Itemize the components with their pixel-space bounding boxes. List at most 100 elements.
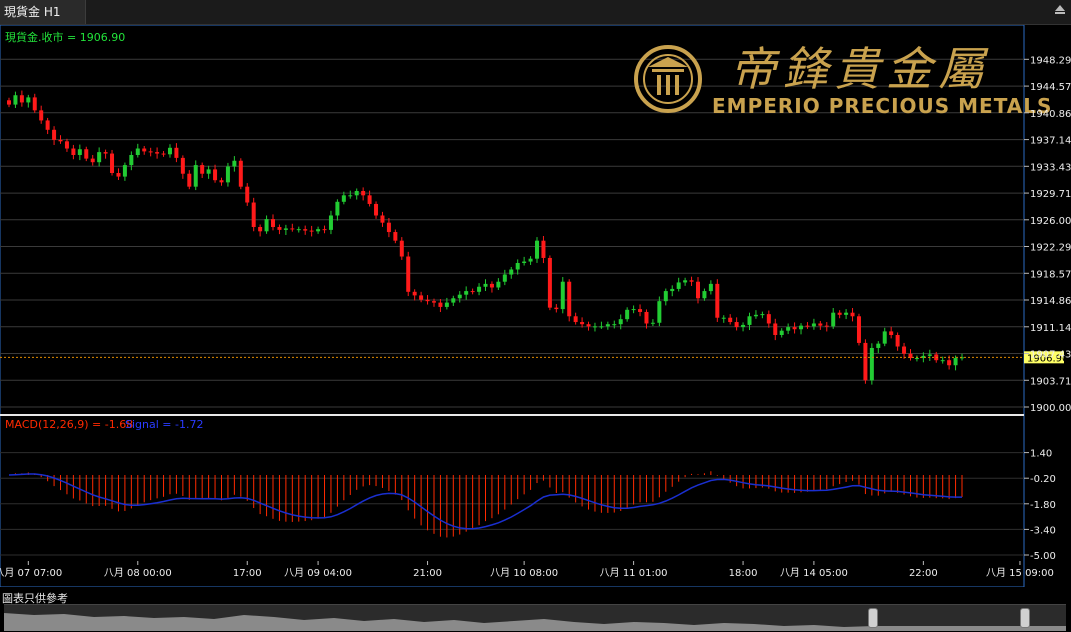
candle-body <box>393 232 398 241</box>
candle-body <box>103 152 108 154</box>
candle-body <box>947 360 952 366</box>
candle-body <box>13 95 18 105</box>
candle-body <box>683 280 688 283</box>
candle-body <box>496 281 501 288</box>
x-tick-label: 八月 09 04:00 <box>284 567 352 579</box>
price-tick-label: 1926.00 <box>1030 216 1071 227</box>
candle-body <box>412 291 417 296</box>
navigator-history-shape <box>4 613 1066 631</box>
candle-body <box>715 283 720 318</box>
candle-body <box>882 331 887 344</box>
candle-body <box>515 263 520 270</box>
x-tick-label: 17:00 <box>233 568 262 579</box>
candle-body <box>309 230 314 232</box>
candle-body <box>232 160 237 167</box>
candle-body <box>206 169 211 174</box>
candle-body <box>721 317 726 319</box>
candle-body <box>19 95 24 103</box>
macd-tick-label: -3.40 <box>1030 525 1056 536</box>
candle-body <box>547 257 552 308</box>
price-tick-label: 1948.29 <box>1030 55 1071 66</box>
candle-body <box>341 195 346 202</box>
candle-body <box>258 227 263 232</box>
candle-body <box>71 148 76 155</box>
candle-body <box>444 302 449 307</box>
candle-body <box>876 343 881 348</box>
scroll-up-icon[interactable] <box>1055 5 1065 14</box>
candle-body <box>148 151 153 153</box>
candle-body <box>760 314 765 316</box>
price-tick-label: 1940.86 <box>1030 109 1071 120</box>
x-tick-label: 八月 14 05:00 <box>780 567 848 579</box>
price-tick-label: 1911.14 <box>1030 323 1071 334</box>
price-tick-label: 1922.29 <box>1030 243 1071 254</box>
candle-body <box>26 97 31 103</box>
chart-header-label: 現貨金.收市 = 1906.90 <box>5 30 125 44</box>
x-tick-label: 八月 10 08:00 <box>490 567 558 579</box>
candle-body <box>451 298 456 303</box>
candle-body <box>431 301 436 303</box>
candle-body <box>689 280 694 282</box>
candle-body <box>180 157 185 174</box>
chart-navigator[interactable] <box>4 604 1066 631</box>
candle-body <box>477 286 482 292</box>
candle-body <box>779 330 784 335</box>
candle-body <box>386 222 391 233</box>
price-tick-label: 1918.57 <box>1030 269 1071 280</box>
candle-body <box>509 269 514 275</box>
candle-body <box>811 323 816 327</box>
candle-body <box>657 301 662 323</box>
navigator-right-handle[interactable] <box>1020 608 1030 628</box>
candle-body <box>335 201 340 216</box>
candle-body <box>316 229 321 232</box>
candle-body <box>560 281 565 310</box>
candle-body <box>238 160 243 187</box>
price-tick-label: 1944.57 <box>1030 82 1071 93</box>
candle-body <box>824 325 829 327</box>
candle-body <box>522 261 527 263</box>
macd-label: MACD(12,26,9) = -1.68 <box>5 418 133 431</box>
candle-body <box>135 148 140 155</box>
candle-body <box>464 291 469 295</box>
candle-body <box>167 147 172 155</box>
candle-body <box>728 317 733 323</box>
candle-body <box>940 360 945 362</box>
candle-body <box>805 325 810 327</box>
candle-body <box>631 309 636 311</box>
x-tick-label: 22:00 <box>909 568 938 579</box>
candle-body <box>831 312 836 327</box>
candle-body <box>457 294 462 299</box>
x-tick-label: 八月 07 07:00 <box>0 567 62 579</box>
candle-body <box>174 147 179 158</box>
candle-body <box>708 283 713 292</box>
macd-tick-label: 1.40 <box>1030 449 1052 460</box>
candle-body <box>45 120 50 130</box>
candle-body <box>58 139 63 142</box>
candle-body <box>348 195 353 197</box>
candle-body <box>39 110 44 121</box>
candle-body <box>116 173 121 177</box>
candle-body <box>676 282 681 289</box>
navigator-left-handle[interactable] <box>868 608 878 628</box>
candle-body <box>844 312 849 315</box>
candle-body <box>753 314 758 317</box>
x-tick-label: 八月 15 09:00 <box>986 567 1054 579</box>
candle-body <box>84 149 89 159</box>
x-tick-label: 八月 11 01:00 <box>600 567 668 579</box>
candle-body <box>290 228 295 230</box>
candle-body <box>837 312 842 315</box>
candle-body <box>618 319 623 325</box>
chart-area[interactable]: 帝鋒貴金屬 EMPERIO PRECIOUS METALS 現貨金.收市 = 1… <box>0 25 1071 587</box>
price-tick-label: 1914.86 <box>1030 296 1071 307</box>
tab-gold-h1[interactable]: 現貨金 H1 <box>0 0 86 24</box>
candle-body <box>142 148 147 152</box>
candle-body <box>271 219 276 227</box>
candle-body <box>766 314 771 324</box>
price-tick-label: 1903.71 <box>1030 376 1071 387</box>
candle-body <box>895 335 900 347</box>
candle-body <box>425 299 430 302</box>
candle-body <box>650 322 655 324</box>
candle-body <box>110 153 115 173</box>
candle-body <box>97 152 102 163</box>
candle-body <box>554 307 559 310</box>
